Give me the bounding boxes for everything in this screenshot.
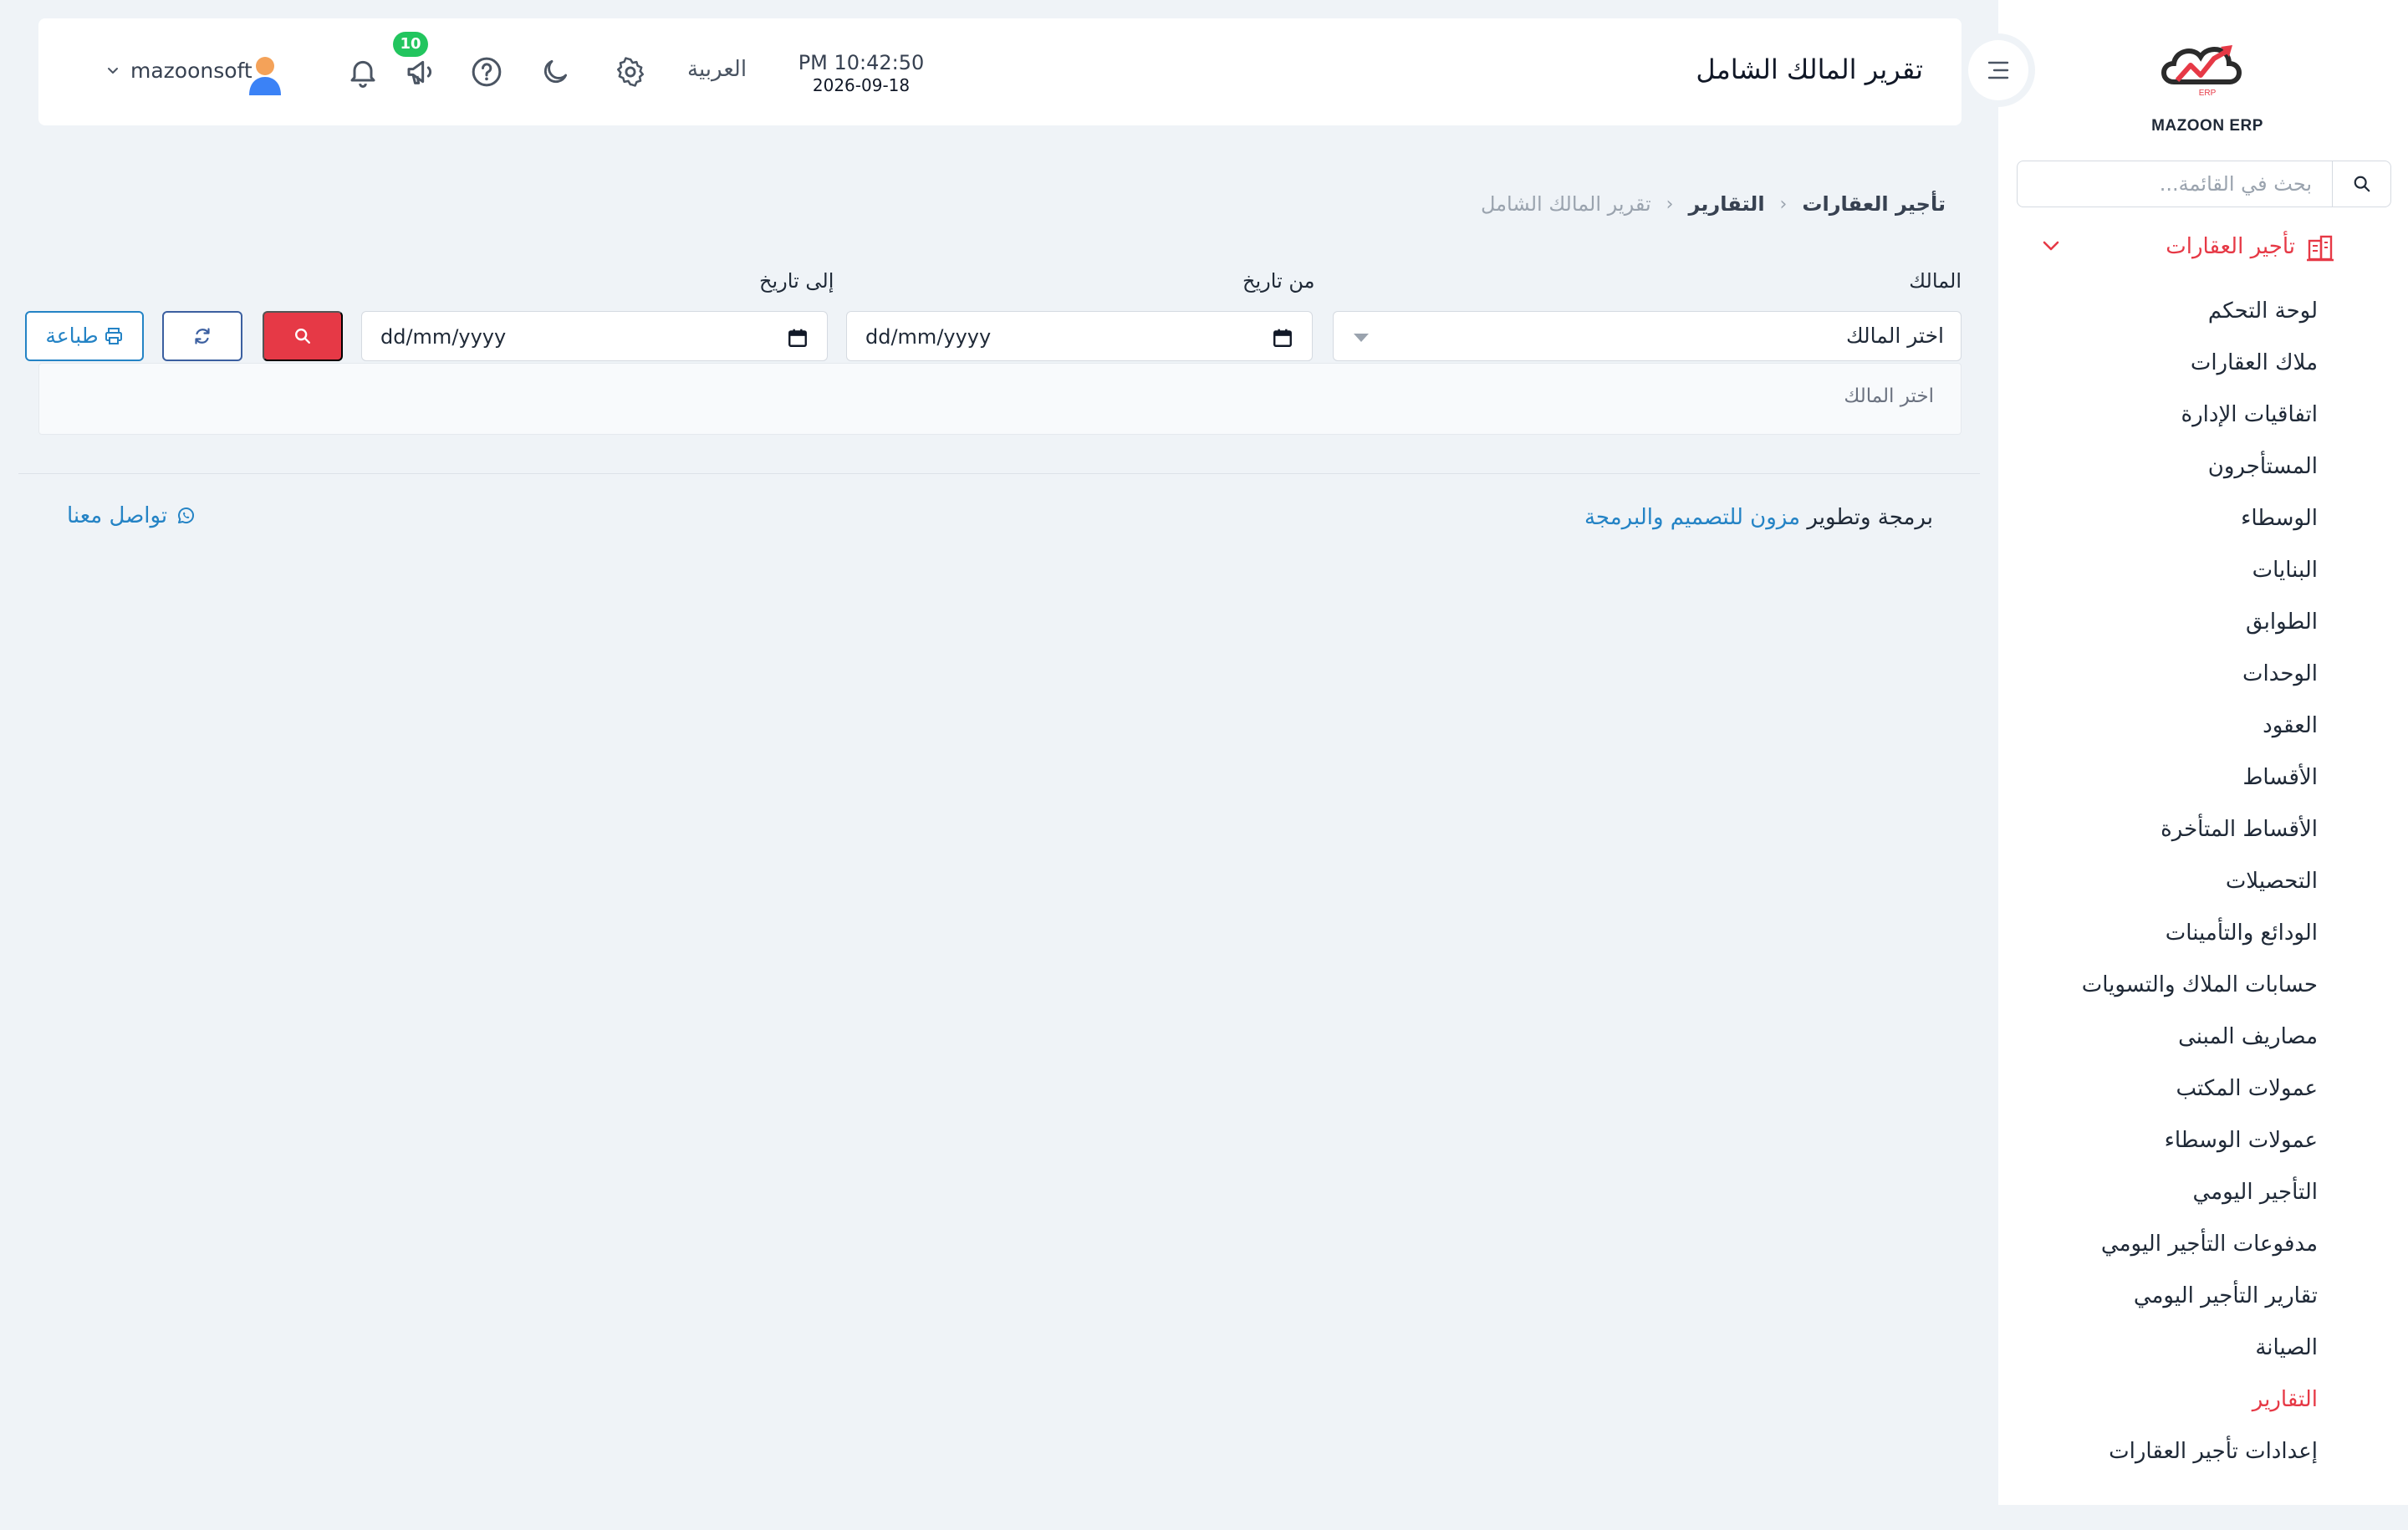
user-menu[interactable]: mazoonsoft <box>107 59 253 83</box>
chevron-down-icon[interactable] <box>2042 239 2060 256</box>
chevron-down-icon <box>108 67 118 74</box>
owner-select-value: اختر المالك <box>1845 324 1944 348</box>
sidebar-item-daily-rental-payments[interactable]: مدفوعات التأجير اليومي <box>2017 1227 2318 1279</box>
sidebar-item-office-commissions[interactable]: عمولات المكتب <box>2017 1072 2318 1124</box>
from-date-input[interactable]: dd/mm/yyyy <box>846 311 1313 361</box>
sidebar-item-daily-rental-reports[interactable]: تقارير التأجير اليومي <box>2017 1279 2318 1331</box>
breadcrumb: تأجير العقارات ‹ التقارير ‹ تقرير المالك… <box>1481 192 1946 216</box>
owner-label: المالك <box>1909 269 1962 293</box>
clock: PM 10:42:50 2026-09-18 <box>794 50 928 95</box>
footer-credit-prefix: برمجة وتطوير <box>1807 505 1933 530</box>
result-message: اختر المالك <box>1844 385 1934 407</box>
calendar-icon[interactable] <box>787 327 809 352</box>
owner-select[interactable]: اختر المالك <box>1333 311 1962 361</box>
sidebar-toggle-button[interactable] <box>1962 33 2035 107</box>
gear-icon[interactable] <box>612 54 649 90</box>
sidebar-item-contracts[interactable]: العقود <box>2017 709 2318 761</box>
sidebar-item-maintenance[interactable]: الصيانة <box>2017 1331 2318 1383</box>
username: mazoonsoft <box>130 59 253 83</box>
megaphone-icon[interactable] <box>403 54 440 90</box>
refresh-button[interactable] <box>162 311 242 361</box>
sidebar-search <box>2017 161 2391 207</box>
from-date-label: من تاريخ <box>1242 269 1315 293</box>
sidebar-item-overdue-installments[interactable]: الأقساط المتأخرة <box>2017 813 2318 864</box>
clock-time: PM 10:42:50 <box>798 51 925 74</box>
from-date-value: dd/mm/yyyy <box>865 325 992 349</box>
sidebar-item-rental-settings[interactable]: إعدادات تأجير العقارات <box>2017 1435 2318 1487</box>
search-icon[interactable] <box>2332 161 2390 207</box>
sidebar-item-tenants[interactable]: المستأجرون <box>2017 450 2318 502</box>
sidebar-group-label: تأجير العقارات <box>2166 234 2295 259</box>
menu-icon <box>1987 61 2009 79</box>
result-panel: اختر المالك <box>38 363 1962 435</box>
to-date-value: dd/mm/yyyy <box>380 325 507 349</box>
contact-label: تواصل معنا <box>67 503 168 528</box>
building-icon <box>2306 234 2334 266</box>
refresh-icon <box>195 328 210 344</box>
logo-text: MAZOON ERP <box>2151 117 2263 135</box>
search-button[interactable] <box>263 311 343 361</box>
whatsapp-icon <box>178 507 195 523</box>
print-button[interactable]: طباعة <box>25 311 144 361</box>
sidebar-item-owner-accounts[interactable]: حسابات الملاك والتسويات <box>2017 968 2318 1020</box>
app-logo[interactable]: ERP MAZOON ERP <box>2149 30 2266 135</box>
language-switcher[interactable]: العربية <box>687 57 747 82</box>
caret-down-icon <box>1354 334 1369 342</box>
sidebar-item-property-owners[interactable]: ملاك العقارات <box>2017 346 2318 398</box>
footer-credit: برمجة وتطوير مزون للتصميم والبرمجة <box>1584 505 1933 530</box>
sidebar-item-deposits[interactable]: الودائع والتأمينات <box>2017 916 2318 968</box>
sidebar-item-dashboard[interactable]: لوحة التحكم <box>2017 294 2318 346</box>
clock-date: 2026-09-18 <box>812 75 911 95</box>
moon-icon[interactable] <box>537 54 574 90</box>
sidebar-item-brokers[interactable]: الوسطاء <box>2017 502 2318 553</box>
help-icon[interactable] <box>468 54 505 90</box>
sidebar-item-daily-rental[interactable]: التأجير اليومي <box>2017 1176 2318 1227</box>
to-date-label: إلى تاريخ <box>759 269 834 293</box>
footer-credit-link[interactable]: مزون للتصميم والبرمجة <box>1584 505 1800 530</box>
sidebar-item-reports[interactable]: التقارير <box>2017 1383 2318 1435</box>
breadcrumb-item-property-rental[interactable]: تأجير العقارات <box>1802 192 1946 216</box>
footer-divider <box>18 473 1980 474</box>
sidebar-group-property-rental[interactable]: تأجير العقارات <box>1998 231 2408 266</box>
sidebar-item-floors[interactable]: الطوابق <box>2017 605 2318 657</box>
calendar-icon[interactable] <box>1272 327 1293 352</box>
svg-text:ERP: ERP <box>2199 89 2217 98</box>
chevron-left-icon: ‹ <box>1666 193 1674 215</box>
sidebar-item-units[interactable]: الوحدات <box>2017 657 2318 709</box>
sidebar-item-installments[interactable]: الأقساط <box>2017 761 2318 813</box>
contact-link[interactable]: تواصل معنا <box>67 503 196 528</box>
bell-icon[interactable] <box>344 54 381 90</box>
to-date-input[interactable]: dd/mm/yyyy <box>361 311 828 361</box>
notifications-badge: 10 <box>393 32 428 57</box>
print-button-label: طباعة <box>45 324 99 348</box>
breadcrumb-current: تقرير المالك الشامل <box>1480 192 1651 216</box>
chevron-left-icon: ‹ <box>1779 193 1788 215</box>
sidebar-item-management-agreements[interactable]: اتفاقيات الإدارة <box>2017 398 2318 450</box>
search-icon <box>295 329 310 344</box>
sidebar-item-collections[interactable]: التحصيلات <box>2017 864 2318 916</box>
breadcrumb-item-reports[interactable]: التقارير <box>1688 192 1764 216</box>
top-header: تقرير المالك الشامل PM 10:42:50 2026-09-… <box>38 18 1962 125</box>
page-title: تقرير المالك الشامل <box>1696 54 1923 85</box>
sidebar-item-broker-commissions[interactable]: عمولات الوسطاء <box>2017 1124 2318 1176</box>
sidebar-item-buildings[interactable]: البنايات <box>2017 553 2318 605</box>
sidebar-search-input[interactable] <box>2018 161 2332 207</box>
printer-icon <box>105 328 122 344</box>
sidebar: ERP MAZOON ERP تأجير العقارات لوحة التحك… <box>1998 0 2408 1505</box>
logo-graphic-icon: ERP <box>2161 45 2242 98</box>
sidebar-menu: لوحة التحكم ملاك العقارات اتفاقيات الإدا… <box>2017 294 2318 1487</box>
sidebar-item-building-expenses[interactable]: مصاريف المبنى <box>2017 1020 2318 1072</box>
